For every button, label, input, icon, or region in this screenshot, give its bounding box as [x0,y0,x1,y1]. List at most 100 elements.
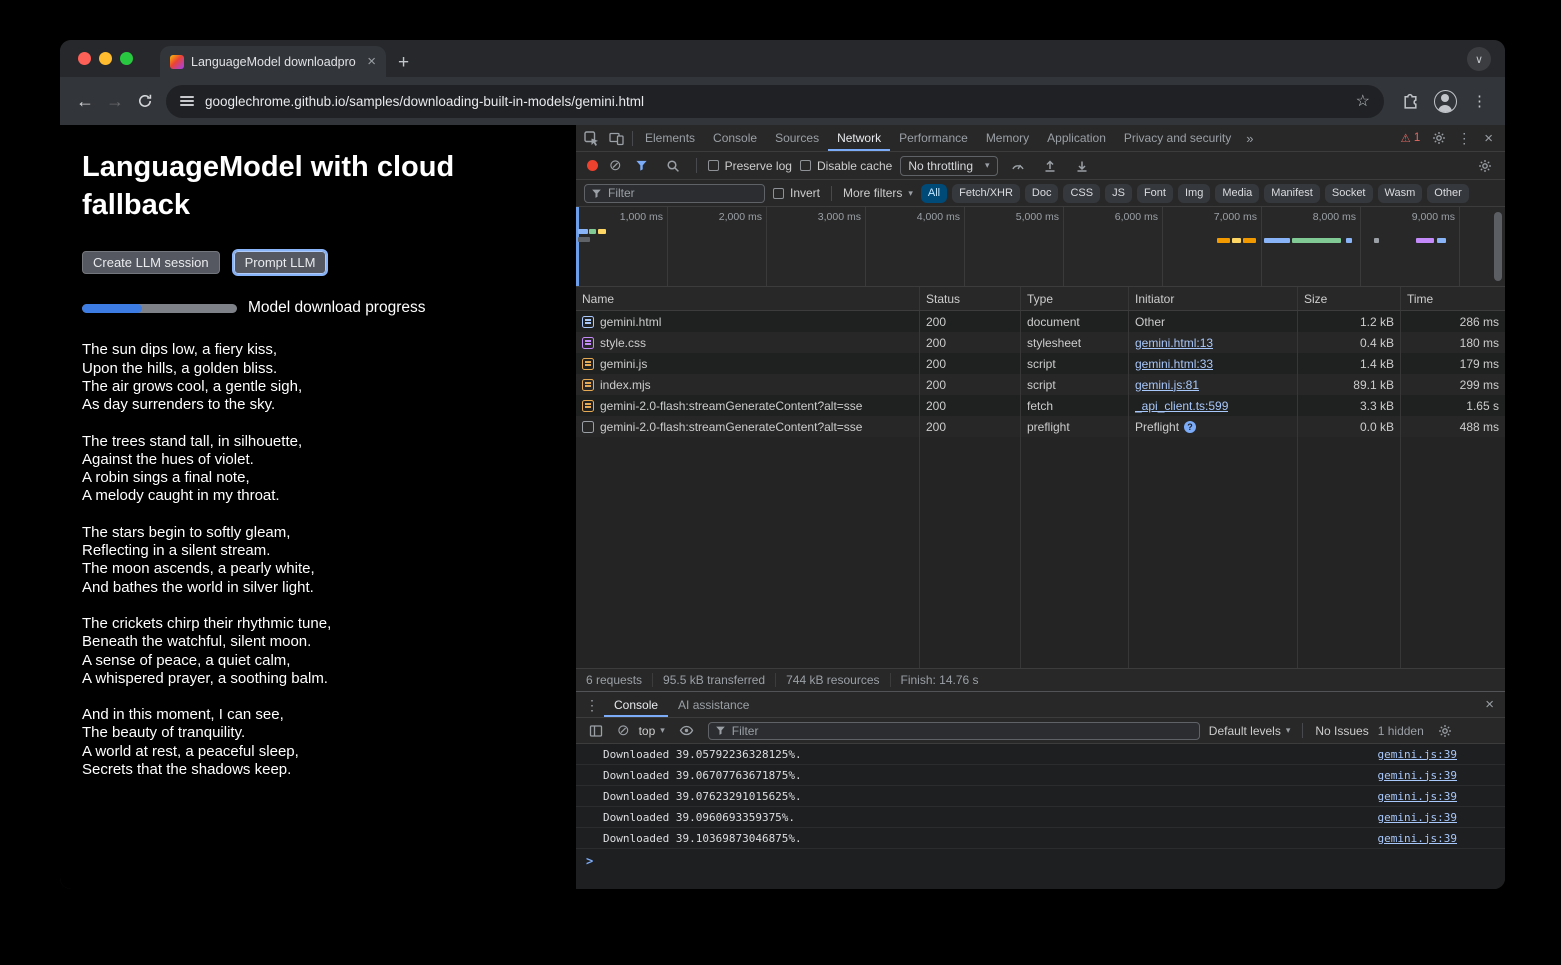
devtools-tab-privacy-and-security[interactable]: Privacy and security [1115,125,1240,151]
browser-tab[interactable]: LanguageModel downloadpro × [160,46,386,77]
site-settings-icon[interactable] [180,95,194,107]
devtools-tab-elements[interactable]: Elements [636,125,704,151]
network-request-row[interactable]: index.mjs200scriptgemini.js:8189.1 kB299… [576,374,1505,395]
more-filters-dropdown[interactable]: More filters ▾ [843,186,913,200]
no-issues-label[interactable]: No Issues [1315,724,1368,738]
console-context-select[interactable]: top ▾ [639,724,665,738]
column-header-status[interactable]: Status [920,287,1021,310]
record-network-log-button[interactable] [587,160,598,171]
column-header-time[interactable]: Time [1401,287,1505,310]
tab-title: LanguageModel downloadpro [191,55,360,69]
console-prompt-chevron[interactable]: > [576,849,1505,873]
console-source-link[interactable]: gemini.js:39 [1378,790,1457,803]
devtools-tab-performance[interactable]: Performance [890,125,977,151]
export-har-icon[interactable] [1038,152,1062,179]
preserve-log-checkbox[interactable]: Preserve log [708,159,792,173]
network-conditions-icon[interactable] [1006,152,1030,179]
drawer-tab-console[interactable]: Console [604,692,668,717]
network-request-row[interactable]: gemini.html200documentOther1.2 kB286 ms [576,311,1505,332]
network-settings-icon[interactable] [1473,152,1497,179]
devtools-menu-icon[interactable]: ⋮ [1452,131,1476,145]
console-source-link[interactable]: gemini.js:39 [1378,769,1457,782]
console-source-link[interactable]: gemini.js:39 [1378,748,1457,761]
filter-chip-fetch-xhr[interactable]: Fetch/XHR [952,184,1020,203]
inspect-element-icon[interactable] [579,125,604,151]
more-panels-icon[interactable]: » [1240,131,1259,146]
console-sidebar-icon[interactable] [584,718,608,743]
forward-button[interactable]: → [100,86,130,116]
throttling-select[interactable]: No throttling ▾ [900,156,997,176]
devtools-tab-console[interactable]: Console [704,125,766,151]
profile-avatar[interactable] [1434,90,1457,113]
console-source-link[interactable]: gemini.js:39 [1378,811,1457,824]
initiator-link[interactable]: gemini.html:13 [1135,336,1213,350]
reload-button[interactable] [130,86,160,116]
disable-cache-checkbox[interactable]: Disable cache [800,159,892,173]
initiator-link[interactable]: _api_client.ts:599 [1135,399,1228,413]
live-expression-eye-icon[interactable] [674,718,699,743]
tab-search-button[interactable]: ∨ [1467,47,1491,71]
search-icon[interactable] [661,152,685,179]
close-window-button[interactable] [78,52,91,65]
device-toolbar-icon[interactable] [604,125,629,151]
filter-chip-media[interactable]: Media [1215,184,1259,203]
console-filter-input[interactable]: Filter [708,722,1200,740]
timeline-scroll-handle[interactable] [1494,212,1502,281]
back-button[interactable]: ← [70,86,100,116]
filter-chip-manifest[interactable]: Manifest [1264,184,1320,203]
filter-chip-wasm[interactable]: Wasm [1378,184,1423,203]
filter-chip-socket[interactable]: Socket [1325,184,1373,203]
tab-close-icon[interactable]: × [367,54,376,69]
initiator-link[interactable]: gemini.js:81 [1135,378,1199,392]
devtools-tab-memory[interactable]: Memory [977,125,1038,151]
extensions-icon[interactable] [1402,93,1419,110]
issues-badge[interactable]: ⚠ 1 [1395,131,1427,145]
drawer-close-icon[interactable]: × [1478,696,1501,713]
column-header-size[interactable]: Size [1298,287,1401,310]
column-header-type[interactable]: Type [1021,287,1129,310]
filter-chip-font[interactable]: Font [1137,184,1173,203]
column-header-initiator[interactable]: Initiator [1129,287,1298,310]
console-settings-icon[interactable] [1433,718,1457,743]
create-llm-session-button[interactable]: Create LLM session [82,251,220,274]
filter-chip-img[interactable]: Img [1178,184,1210,203]
initiator-link[interactable]: gemini.html:33 [1135,357,1213,371]
devtools-settings-icon[interactable] [1427,131,1451,145]
drawer-menu-icon[interactable]: ⋮ [580,692,604,717]
filter-chip-css[interactable]: CSS [1063,184,1100,203]
hidden-messages-label[interactable]: 1 hidden [1378,724,1424,738]
prompt-llm-button[interactable]: Prompt LLM [234,251,327,274]
network-request-row[interactable]: style.css200stylesheetgemini.html:130.4 … [576,332,1505,353]
request-size: 3.3 kB [1298,395,1401,416]
request-status: 200 [920,374,1021,395]
network-request-row[interactable]: gemini-2.0-flash:streamGenerateContent?a… [576,395,1505,416]
filter-toggle-icon[interactable] [630,152,653,179]
clear-network-log-icon[interactable]: ⊘ [609,158,622,173]
filter-chip-other[interactable]: Other [1427,184,1469,203]
zoom-window-button[interactable] [120,52,133,65]
filter-chip-doc[interactable]: Doc [1025,184,1059,203]
omnibox[interactable]: googlechrome.github.io/samples/downloadi… [166,85,1384,118]
network-filter-input[interactable]: Filter [584,184,765,203]
drawer-tab-ai-assistance[interactable]: AI assistance [668,692,759,717]
bookmark-star-icon[interactable]: ☆ [1356,91,1370,111]
devtools-tab-application[interactable]: Application [1038,125,1115,151]
network-request-row[interactable]: gemini-2.0-flash:streamGenerateContent?a… [576,416,1505,437]
filter-chip-js[interactable]: JS [1105,184,1132,203]
log-levels-select[interactable]: Default levels ▾ [1209,724,1291,738]
timeline-overview[interactable]: 1,000 ms2,000 ms3,000 ms4,000 ms5,000 ms… [576,207,1505,287]
timeline-activity-bar [598,229,606,234]
devtools-close-icon[interactable]: × [1477,130,1500,147]
devtools-tab-sources[interactable]: Sources [766,125,828,151]
invert-checkbox[interactable]: Invert [773,186,820,200]
console-source-link[interactable]: gemini.js:39 [1378,832,1457,845]
column-header-name[interactable]: Name [576,287,920,310]
network-request-row[interactable]: gemini.js200scriptgemini.html:331.4 kB17… [576,353,1505,374]
clear-console-icon[interactable]: ⊘ [617,723,630,738]
new-tab-button[interactable]: + [398,53,409,72]
filter-chip-all[interactable]: All [921,184,947,203]
minimize-window-button[interactable] [99,52,112,65]
devtools-tab-network[interactable]: Network [828,125,890,151]
browser-menu-icon[interactable]: ⋮ [1472,92,1487,110]
import-har-icon[interactable] [1070,152,1094,179]
